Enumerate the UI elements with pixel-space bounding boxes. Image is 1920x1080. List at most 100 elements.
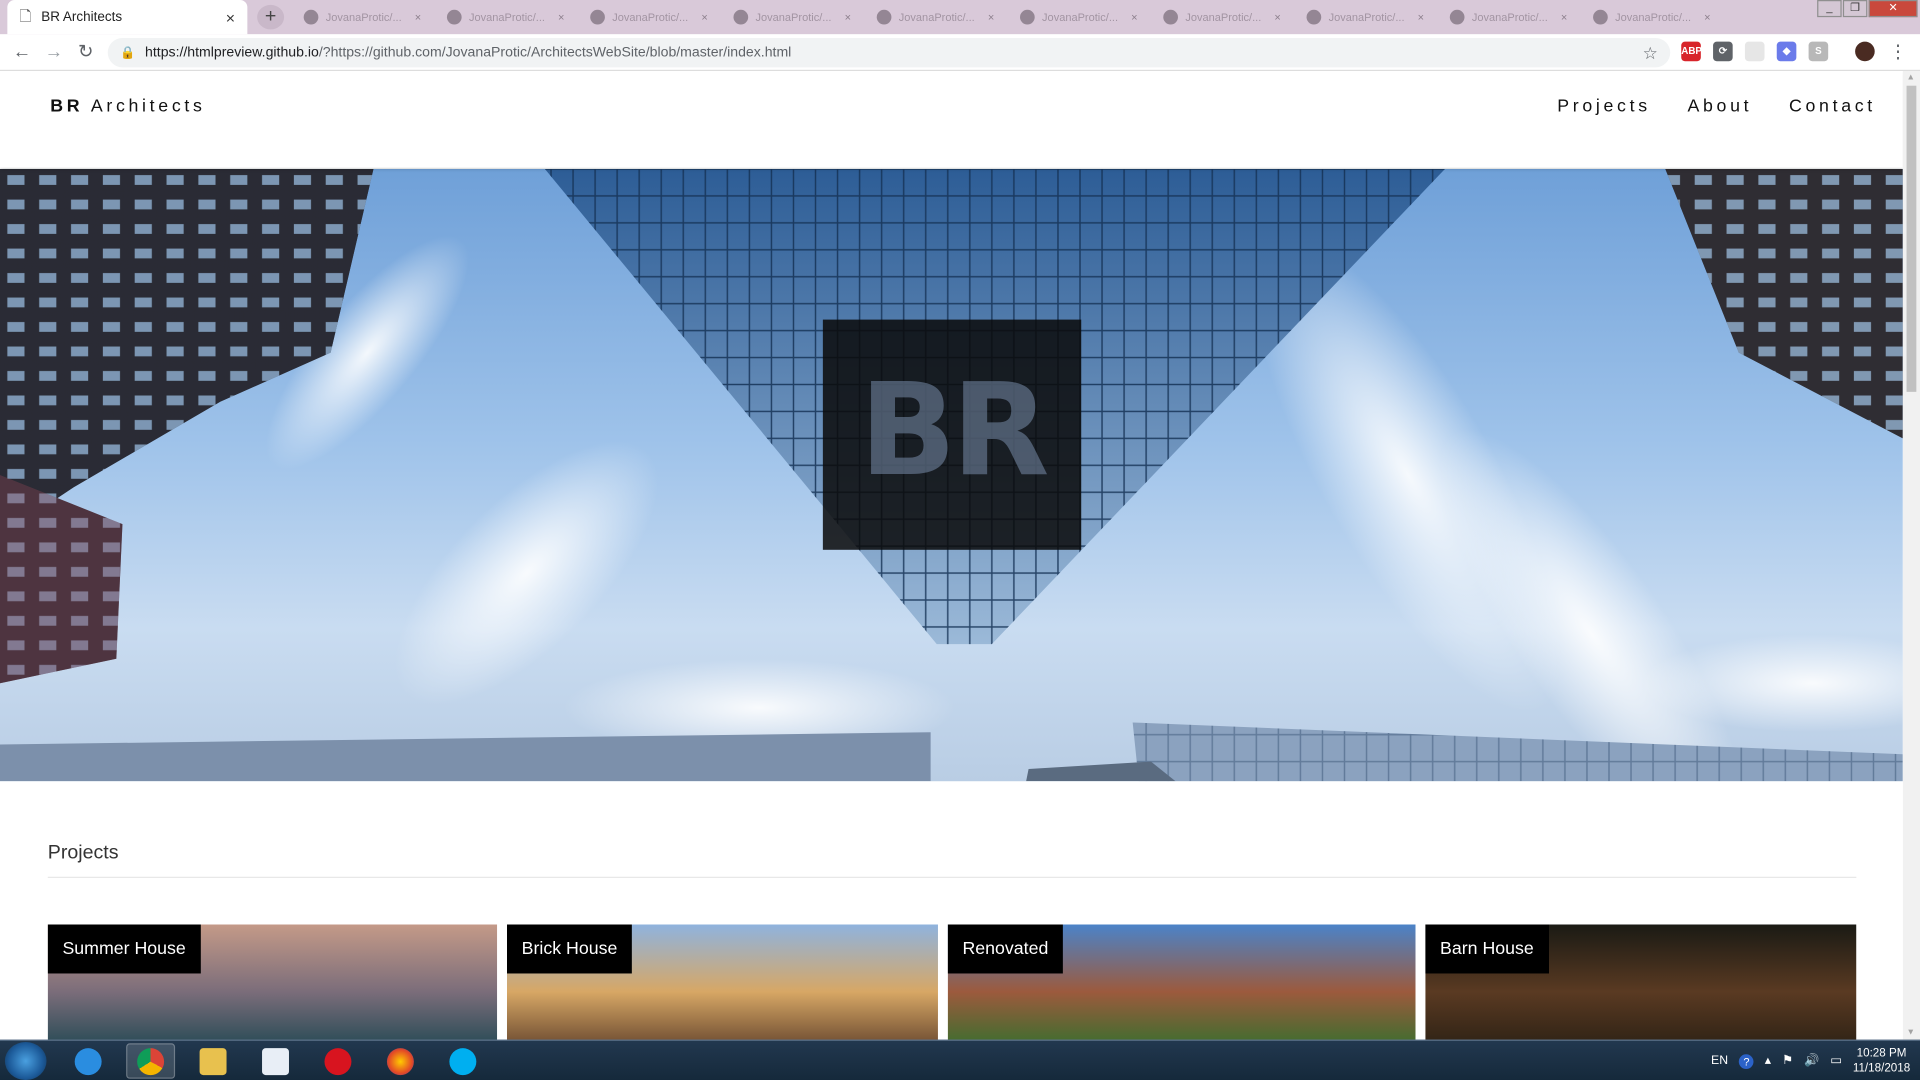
nav-link-contact[interactable]: Contact [1789,97,1876,117]
opera-taskbar-button[interactable] [313,1043,362,1079]
background-tab[interactable]: JovanaProtic/... × [294,5,431,29]
close-tab-icon[interactable]: × [1131,11,1137,23]
background-tab[interactable]: JovanaProtic/... × [580,5,717,29]
project-card-barn-house[interactable]: Barn House [1425,924,1857,1040]
lock-icon: 🔒 [120,45,136,60]
close-window-button[interactable]: ✕ [1868,0,1918,18]
tab-favicon-icon [1449,9,1465,25]
background-tab[interactable]: JovanaProtic/... × [437,5,574,29]
tab-favicon-icon [590,9,605,25]
site-nav-links: Projects About Contact [1557,97,1876,117]
hero-logo-text: BR [859,355,1049,505]
shield-extension-icon[interactable]: ◆ [1776,41,1797,62]
page-scrollbar[interactable]: ▲ ▼ [1902,71,1920,1040]
opera-icon [324,1047,352,1075]
reload-icon[interactable]: ↻ [73,40,97,64]
hero-banner: BR [0,168,1903,782]
internet-explorer-icon [74,1047,102,1075]
chrome-taskbar-button[interactable] [126,1043,176,1079]
background-tab-label: JovanaProtic/... [468,11,545,24]
internet-explorer-taskbar-button[interactable] [64,1043,113,1079]
minimize-window-button[interactable]: _ [1817,0,1842,18]
close-tab-icon[interactable]: × [558,11,564,23]
close-tab-icon[interactable]: × [845,11,851,23]
url-text[interactable]: https://htmlpreview.github.io/?https://g… [145,45,1643,60]
notepad-icon [262,1047,289,1075]
tab-favicon-icon [876,9,892,25]
forward-icon[interactable]: → [42,40,66,64]
system-clock[interactable]: 10:28 PM 11/18/2018 [1853,1046,1910,1075]
star-icon[interactable]: ☆ [1643,42,1658,63]
background-tab-label: JovanaProtic/... [1328,11,1405,24]
project-card-renovated[interactable]: Renovated [947,924,1416,1040]
new-tab-button[interactable]: + [257,4,285,30]
address-bar[interactable]: 🔒 https://htmlpreview.github.io/?https:/… [107,37,1671,68]
back-icon[interactable]: ← [10,40,34,64]
tab-favicon-icon [1020,9,1035,25]
sync-extension-icon[interactable]: ⟳ [1713,41,1733,62]
action-center-flag-icon[interactable]: ⚑ [1782,1054,1793,1067]
scrollbar-thumb[interactable] [1906,85,1917,392]
tab-favicon-icon [1593,9,1608,25]
close-tab-icon[interactable]: × [226,8,235,26]
browser-toolbar: ← → ↻ 🔒 https://htmlpreview.github.io/?h… [0,34,1920,72]
close-tab-icon[interactable]: × [988,11,994,23]
tab-br-architects[interactable]: 🗋 BR Architects × [7,0,248,35]
scroll-up-icon[interactable]: ▲ [1907,73,1915,82]
show-hidden-icons-icon[interactable]: ▴ [1765,1054,1771,1067]
background-tab-label: JovanaProtic/... [755,11,832,24]
skype-icon [449,1047,477,1075]
background-tab[interactable]: JovanaProtic/... × [1297,5,1434,29]
network-icon[interactable]: ▭ [1830,1054,1842,1067]
project-label: Barn House [1425,924,1549,974]
firefox-icon [386,1047,414,1075]
help-icon[interactable]: ? [1739,1053,1754,1069]
project-card-summer-house[interactable]: Summer House [47,924,498,1040]
background-tab-label: JovanaProtic/... [1042,11,1119,24]
background-tab[interactable]: JovanaProtic/... × [867,5,1004,29]
adblock-extension-icon[interactable]: ABP [1681,41,1702,62]
scroll-down-icon[interactable]: ▼ [1907,1029,1915,1038]
background-tab-label: JovanaProtic/... [1185,11,1262,24]
start-button[interactable] [4,1042,47,1080]
tab-favicon-icon [733,9,749,25]
close-tab-icon[interactable]: × [1704,11,1710,23]
background-tab-label: JovanaProtic/... [325,11,402,24]
projects-heading: Projects [47,842,119,864]
blank-extension-icon[interactable] [1744,41,1765,62]
project-card-brick-house[interactable]: Brick House [506,924,938,1040]
hero-logo-block: BR [822,319,1082,550]
close-tab-icon[interactable]: × [1274,11,1280,23]
page-icon: 🗋 [19,6,32,24]
firefox-taskbar-button[interactable] [376,1043,425,1079]
project-label: Summer House [47,924,201,974]
nav-link-projects[interactable]: Projects [1557,97,1651,117]
maximize-window-button[interactable]: ❐ [1842,0,1868,18]
nav-link-about[interactable]: About [1687,97,1752,117]
clock-date: 11/18/2018 [1852,1061,1911,1075]
tab-title: BR Architects [41,9,123,25]
close-tab-icon[interactable]: × [415,11,421,23]
close-tab-icon[interactable]: × [1561,11,1567,23]
skype-extension-icon[interactable]: S [1808,41,1829,62]
clock-time: 10:28 PM [1856,1046,1907,1060]
chrome-icon [137,1047,165,1075]
notepad-taskbar-button[interactable] [251,1043,300,1079]
menu-icon[interactable]: ⋮ [1886,40,1910,64]
language-indicator[interactable]: EN [1711,1054,1728,1067]
browser-tab-strip: 🗋 BR Architects × + JovanaProtic/... × Jov… [0,0,1920,35]
close-tab-icon[interactable]: × [1418,11,1424,23]
background-tab[interactable]: JovanaProtic/... × [1010,5,1147,29]
background-tab[interactable]: JovanaProtic/... × [1440,5,1577,29]
background-tab[interactable]: JovanaProtic/... × [1583,5,1720,29]
profile-avatar-icon[interactable] [1855,41,1875,62]
background-tab[interactable]: JovanaProtic/... × [724,5,861,29]
background-tab-label: JovanaProtic/... [1471,11,1548,24]
system-tray: EN ? ▴ ⚑ 🔊 ▭ 10:28 PM 11/18/2018 [1711,1041,1920,1080]
file-explorer-taskbar-button[interactable] [189,1043,238,1079]
background-tab[interactable]: JovanaProtic/... × [1153,5,1290,29]
brand-logo-link[interactable]: BR Architects [50,97,205,117]
skype-taskbar-button[interactable] [438,1043,487,1079]
close-tab-icon[interactable]: × [701,11,707,23]
volume-icon[interactable]: 🔊 [1804,1054,1819,1067]
